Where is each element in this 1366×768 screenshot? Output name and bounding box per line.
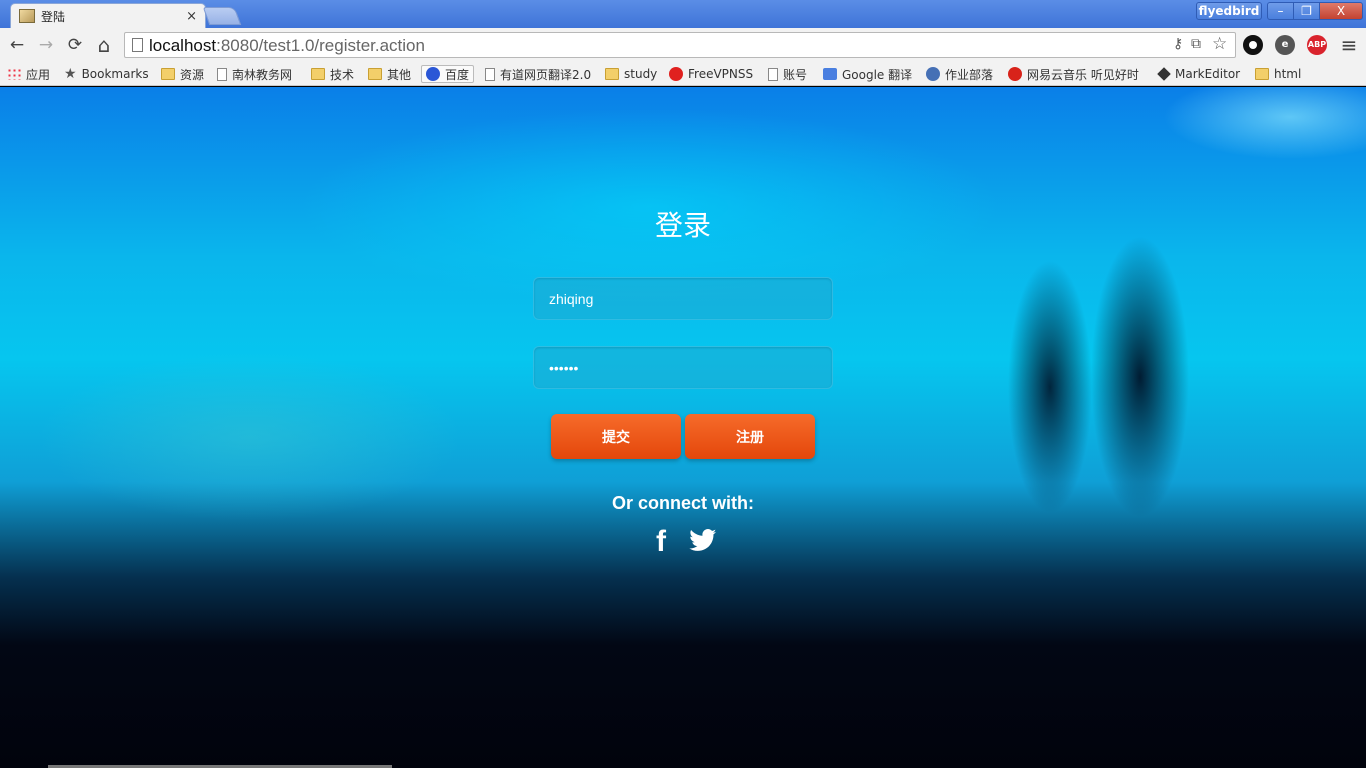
bookmarks-bar: 应用 ★ Bookmarks 资源 南林教务网 技术 其他 百度 有道网页翻译2.… — [0, 62, 1366, 86]
bookmark-folder-other[interactable]: 其他 — [368, 65, 411, 83]
bookmark-markeditor[interactable]: MarkEditor — [1157, 65, 1241, 83]
bookmark-label: FreeVPNSS — [688, 67, 754, 81]
register-button[interactable]: 注册 — [685, 414, 815, 459]
bookmark-folder-html[interactable]: html — [1255, 65, 1301, 83]
twitter-icon[interactable] — [688, 529, 718, 560]
browser-tab-active[interactable]: 登陆 × — [10, 3, 206, 28]
folder-icon — [368, 68, 382, 80]
bookmark-google-translate[interactable]: Google 翻译 — [823, 65, 912, 83]
window-titlebar: 登陆 × flyedbird – ❐ X — [0, 0, 1366, 28]
adblock-plus-icon[interactable]: ABP — [1307, 35, 1327, 55]
bookmark-freevpnss[interactable]: FreeVPNSS — [669, 65, 753, 83]
bookmark-apps[interactable]: 应用 — [7, 65, 50, 83]
zybl-icon — [926, 67, 940, 81]
bookmark-label: 其他 — [387, 67, 412, 82]
translate-icon[interactable]: ⧉ — [1191, 36, 1201, 52]
folder-icon — [311, 68, 325, 80]
reload-button[interactable]: ⟳ — [63, 33, 87, 57]
bookmark-accounts[interactable]: 账号 — [768, 65, 807, 83]
markeditor-icon — [1157, 67, 1171, 81]
bookmark-folder-study[interactable]: study — [605, 65, 657, 83]
facebook-icon[interactable]: f — [656, 525, 666, 559]
forward-button[interactable]: → — [34, 33, 58, 57]
bookmark-label: 资源 — [180, 67, 205, 82]
close-window-button[interactable]: X — [1319, 2, 1363, 20]
bookmark-netease-music[interactable]: 网易云音乐 听见好时 — [1008, 65, 1148, 83]
bookmark-label: html — [1274, 67, 1302, 81]
bookmark-label: 账号 — [783, 67, 808, 82]
bookmark-label: 百度 — [445, 67, 470, 82]
folder-icon — [605, 68, 619, 80]
browser-toolbar: ← → ⟳ ⌂ localhost:8080/test1.0/register.… — [0, 28, 1366, 62]
bookmark-njfu-jwc[interactable]: 南林教务网 — [217, 65, 292, 83]
bookmark-baidu[interactable]: 百度 — [421, 65, 475, 83]
profile-button[interactable]: flyedbird — [1196, 2, 1262, 20]
apps-icon — [7, 68, 21, 80]
bookmark-bookmarks[interactable]: ★ Bookmarks — [64, 65, 149, 83]
bookmark-star-icon[interactable]: ☆ — [1212, 34, 1227, 54]
maximize-button[interactable]: ❐ — [1293, 2, 1320, 20]
address-bar[interactable]: localhost:8080/test1.0/register.action ⚷… — [124, 32, 1236, 58]
bookmark-label: 作业部落 — [945, 67, 994, 82]
extension-circle-icon[interactable] — [1243, 35, 1263, 55]
back-button[interactable]: ← — [5, 33, 29, 57]
bookmark-label: 技术 — [330, 67, 355, 82]
bookmark-label: study — [624, 67, 658, 81]
bookmark-zybl[interactable]: 作业部落 — [926, 65, 993, 83]
tab-title: 登陆 — [41, 9, 66, 24]
key-icon[interactable]: ⚷ — [1173, 36, 1183, 52]
folder-icon — [1255, 68, 1269, 80]
bookmark-label: 南林教务网 — [232, 67, 293, 82]
extension-e-icon[interactable]: e — [1275, 35, 1295, 55]
netease-music-icon — [1008, 67, 1022, 81]
tab-close-icon[interactable]: × — [186, 9, 197, 24]
bookmark-youdao[interactable]: 有道网页翻译2.0 — [485, 65, 591, 83]
new-tab-button[interactable] — [202, 7, 242, 25]
minimize-button[interactable]: – — [1267, 2, 1294, 20]
bookmark-label: MarkEditor — [1175, 67, 1241, 81]
google-translate-icon — [823, 68, 837, 80]
login-title: 登录 — [654, 209, 711, 242]
page-background: 登录 提交 注册 Or connect with: f — [0, 87, 1366, 768]
url-text[interactable]: localhost:8080/test1.0/register.action — [149, 36, 425, 56]
username-input[interactable] — [533, 277, 833, 320]
url-path: :8080/test1.0/register.action — [216, 36, 425, 55]
home-button[interactable]: ⌂ — [92, 33, 116, 57]
chrome-menu-icon[interactable]: ≡ — [1337, 33, 1361, 57]
bookmark-label: Google 翻译 — [842, 67, 913, 82]
freevpn-icon — [669, 67, 683, 81]
doc-icon — [485, 67, 495, 81]
folder-icon — [161, 68, 175, 80]
submit-button[interactable]: 提交 — [551, 414, 681, 459]
url-host: localhost — [149, 36, 217, 55]
page-icon — [132, 38, 143, 52]
doc-icon — [768, 67, 778, 81]
bookmark-label: Bookmarks — [81, 67, 149, 81]
baidu-icon — [426, 67, 440, 81]
star-icon: ★ — [64, 66, 77, 82]
page-favicon-icon — [19, 9, 35, 23]
doc-icon — [217, 67, 227, 81]
bookmark-label: 网易云音乐 听见好时 — [1027, 67, 1139, 82]
bookmark-folder-resources[interactable]: 资源 — [161, 65, 204, 83]
bookmark-folder-tech[interactable]: 技术 — [311, 65, 354, 83]
password-input[interactable] — [533, 346, 833, 389]
bookmark-label: 应用 — [26, 67, 51, 82]
bookmark-label: 有道网页翻译2.0 — [500, 67, 592, 82]
connect-with-label: Or connect with: — [611, 493, 754, 513]
